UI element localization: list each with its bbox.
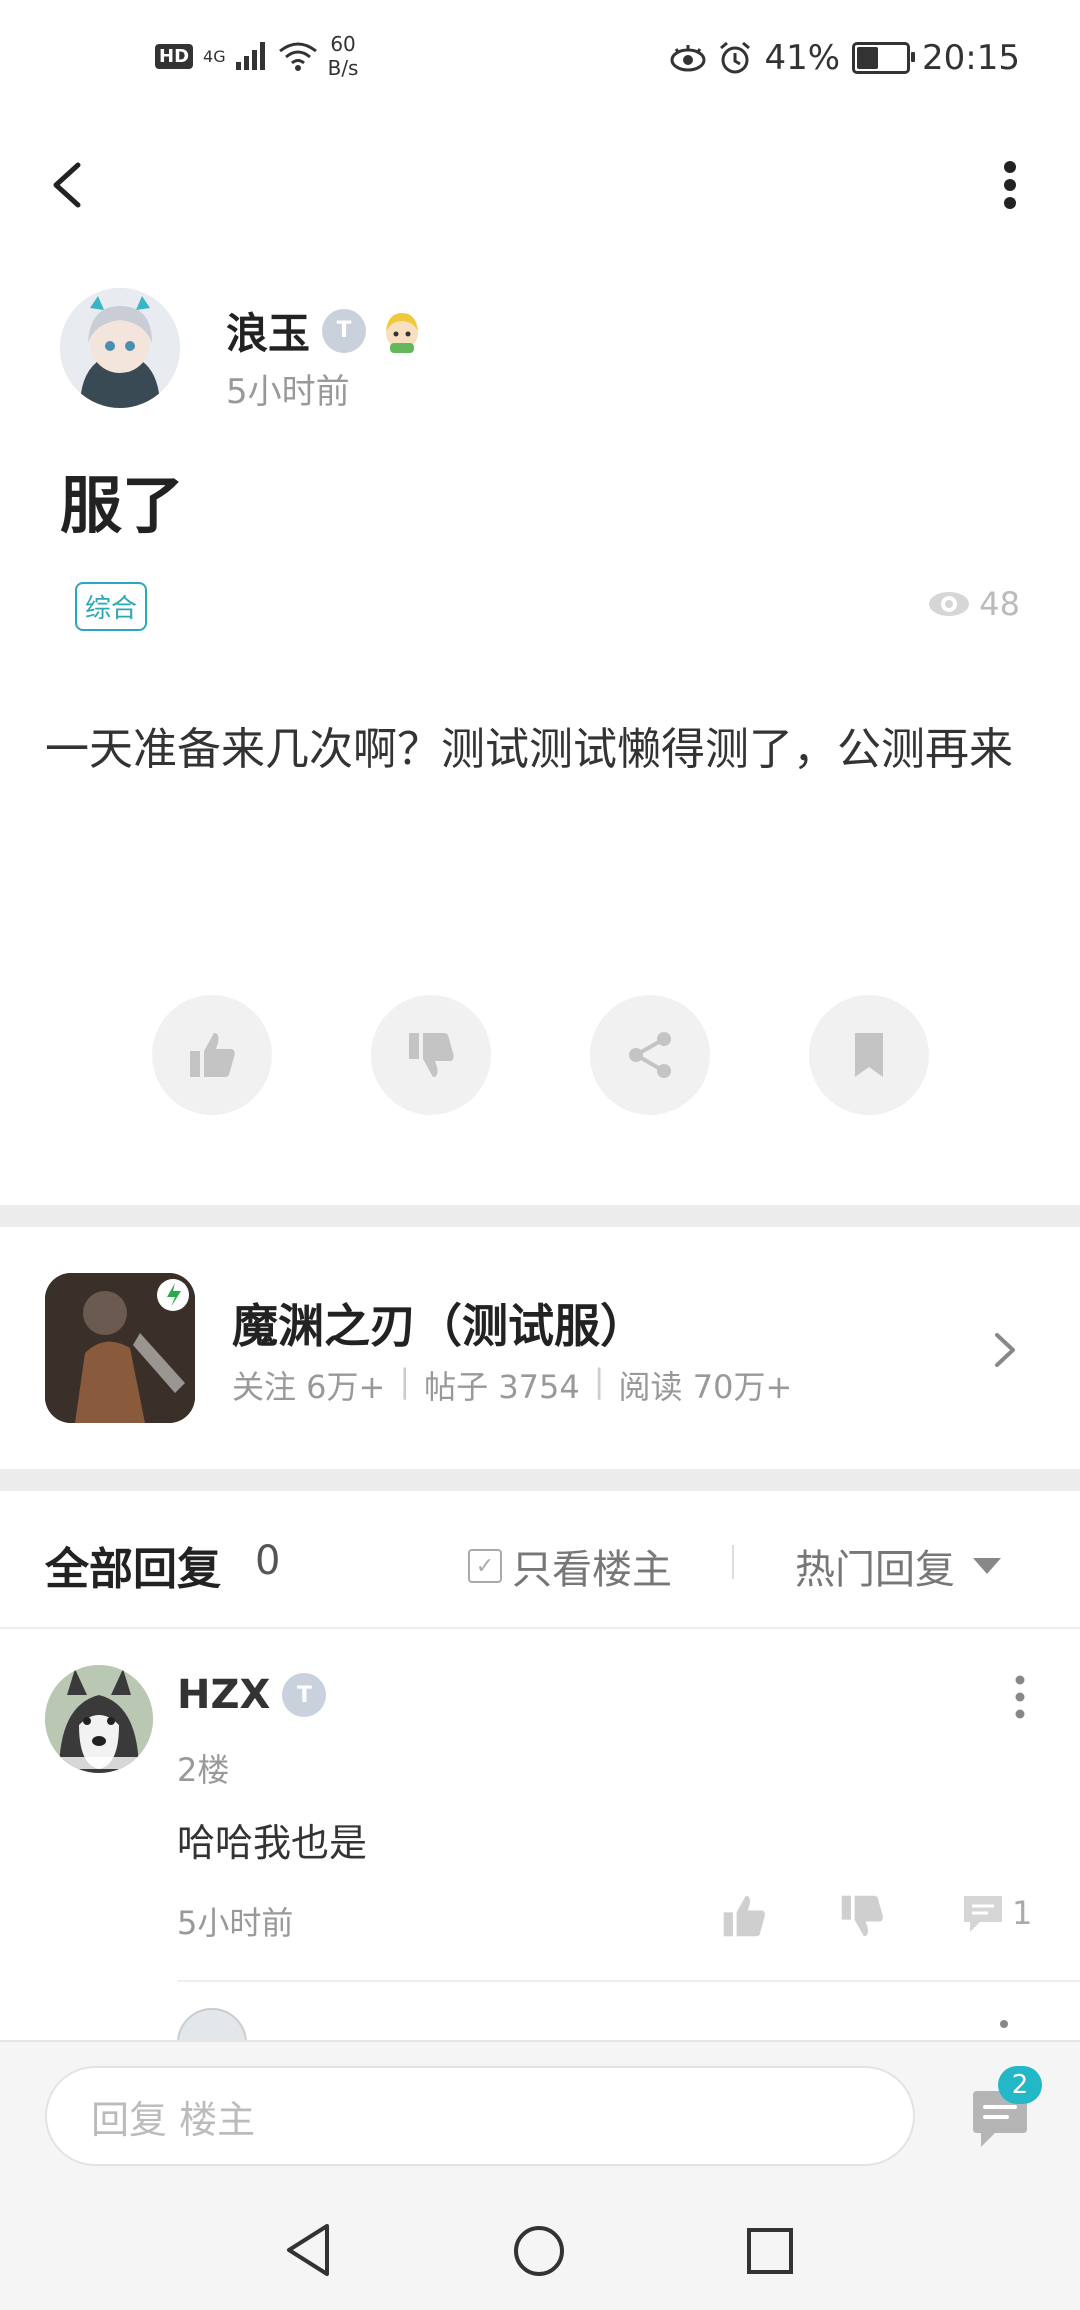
hd-indicator: HD — [155, 43, 194, 69]
dislike-button[interactable] — [371, 995, 491, 1115]
game-name: 魔渊之刃（测试服） — [232, 1299, 646, 1353]
section-divider — [0, 1205, 1080, 1227]
reply-dislike-button[interactable] — [838, 1892, 886, 1940]
header-divider — [0, 1627, 1080, 1629]
thumbs-up-icon — [190, 1033, 235, 1077]
author-avatar[interactable] — [60, 288, 180, 408]
reply-comment-button[interactable]: 1 — [960, 1892, 1032, 1934]
author-name[interactable]: 浪玉 T — [226, 300, 426, 361]
game-art-icon — [45, 1273, 195, 1423]
status-left: HD 4G 60 B/s — [155, 32, 358, 80]
signal-icon — [235, 42, 265, 70]
chevron-right-icon — [995, 1333, 1015, 1367]
battery-icon — [852, 42, 916, 74]
eye-comfort-icon — [670, 45, 706, 72]
share-icon — [629, 1032, 671, 1078]
alarm-icon — [720, 41, 751, 74]
nested-more-icon[interactable] — [1000, 2020, 1008, 2028]
nav-back-icon[interactable] — [283, 2222, 333, 2278]
reply-avatar[interactable] — [45, 1665, 153, 1773]
reply-time: 5小时前 — [177, 1904, 294, 1942]
section-divider — [0, 1469, 1080, 1491]
stat-separator: | — [593, 1362, 605, 1400]
level-badge-icon: T — [282, 1673, 327, 1717]
sort-dropdown[interactable]: 热门回复 — [795, 1537, 1001, 1595]
comments-badge: 2 — [998, 2066, 1042, 2104]
reply-author[interactable]: HZX T — [177, 1672, 327, 1718]
status-bar: HD 4G 60 B/s 41% 20:15 — [0, 0, 1080, 120]
anime-avatar-icon — [60, 288, 180, 408]
sort-label: 热门回复 — [795, 1547, 955, 1593]
checkbox-icon: ✓ — [468, 1549, 502, 1583]
speed-unit: B/s — [327, 56, 359, 80]
character-badge-icon — [386, 312, 419, 353]
reads-stat: 阅读 70万+ — [618, 1368, 793, 1406]
back-button[interactable] — [40, 150, 100, 220]
view-count-text: 48 — [979, 585, 1020, 623]
battery-percent: 41% — [764, 38, 841, 78]
stat-separator: | — [399, 1362, 411, 1400]
reply-floor: 2楼 — [177, 1751, 230, 1789]
author-name-text: 浪玉 — [226, 309, 311, 358]
reply-input[interactable]: 回复 楼主 — [45, 2066, 915, 2166]
reply-divider — [177, 1980, 1080, 1982]
reply-text: 哈哈我也是 — [177, 1821, 368, 1865]
header-separator — [732, 1545, 734, 1579]
network-type: 4G — [203, 46, 226, 66]
eye-icon — [929, 592, 970, 616]
game-icon — [45, 1273, 195, 1423]
status-right: 41% 20:15 — [670, 38, 1020, 78]
more-options-button[interactable] — [990, 150, 1030, 220]
wifi-icon — [278, 42, 317, 71]
level-badge-icon: T — [322, 308, 367, 353]
reply-comment-count: 1 — [1012, 1894, 1033, 1932]
clock: 20:15 — [922, 38, 1020, 78]
comment-icon — [964, 1896, 1002, 1932]
post-time: 5小时前 — [226, 372, 350, 412]
category-tag[interactable]: 综合 — [75, 582, 148, 631]
game-stats: 关注 6万+ | 帖子 3754 | 阅读 70万+ — [232, 1362, 792, 1408]
reply-like-button[interactable] — [720, 1892, 768, 1940]
share-button[interactable] — [590, 995, 710, 1115]
system-nav-bar — [0, 2192, 1080, 2310]
husky-avatar-icon — [45, 1665, 153, 1773]
posts-stat: 帖子 3754 — [424, 1368, 580, 1406]
replies-count: 0 — [255, 1538, 281, 1584]
view-count: 48 — [927, 585, 1020, 623]
only-owner-toggle[interactable]: ✓ 只看楼主 — [468, 1537, 672, 1595]
all-replies-title: 全部回复 — [45, 1544, 221, 1595]
followers-stat: 关注 6万+ — [232, 1368, 386, 1406]
caret-down-icon — [973, 1558, 1001, 1574]
bookmark-icon — [855, 1033, 883, 1077]
speed-value: 60 — [330, 32, 356, 56]
only-owner-label: 只看楼主 — [512, 1547, 672, 1593]
thumbs-down-icon — [409, 1033, 454, 1077]
reply-more-button[interactable] — [1010, 1672, 1030, 1722]
like-button[interactable] — [152, 995, 272, 1115]
reply-author-name: HZX — [177, 1672, 271, 1718]
nav-home-icon[interactable] — [512, 2224, 566, 2278]
network-speed: 60 B/s — [328, 32, 359, 80]
bookmark-button[interactable] — [809, 995, 929, 1115]
nav-recents-icon[interactable] — [745, 2226, 795, 2276]
post-content: 一天准备来几次啊？测试测试懒得测了，公测再来 — [45, 724, 1013, 775]
post-title: 服了 — [60, 469, 185, 542]
